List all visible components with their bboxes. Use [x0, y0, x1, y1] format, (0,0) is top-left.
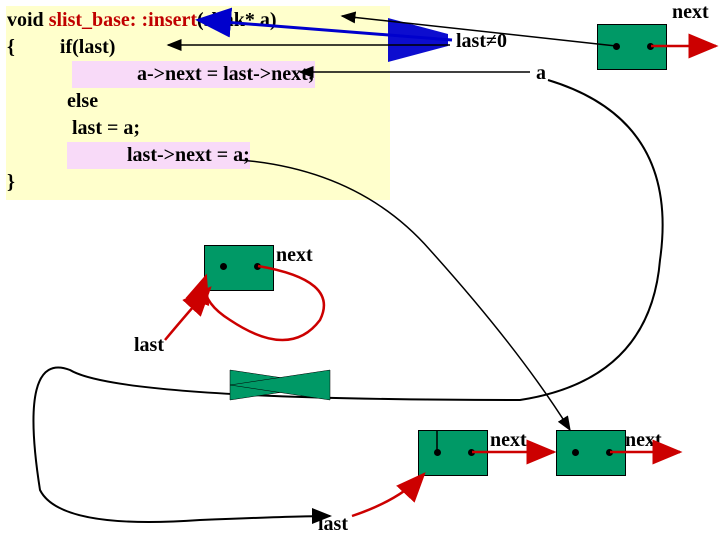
label-last-mid: last	[134, 334, 164, 357]
node-top-right	[597, 24, 667, 70]
dot-bl-1	[434, 449, 441, 456]
code-line-4: else	[7, 88, 389, 115]
sig-suffix: (slink* a)	[197, 9, 276, 31]
code-block: void slist_base: :insert(slink* a) { if(…	[6, 6, 390, 200]
code-line-1: void slist_base: :insert(slink* a)	[7, 7, 389, 34]
code-line-7: }	[7, 169, 389, 196]
dot-mid-1	[220, 263, 227, 270]
tri-right	[230, 370, 330, 400]
curve-line6-to-node	[240, 160, 570, 430]
tri-left	[230, 370, 330, 400]
dot-mid-2	[254, 263, 261, 270]
code-line-3: a->next = last->next;	[7, 61, 389, 88]
code-line-6: last->next = a;	[7, 142, 389, 169]
label-next-topright: next	[672, 1, 709, 24]
dot-br-1	[572, 449, 579, 456]
hl-line-3: a->next = last->next;	[72, 61, 315, 88]
class-name: slist_base: :	[49, 9, 148, 31]
label-last-bot: last	[318, 513, 348, 536]
arrow-lastbot-to-bl	[352, 474, 424, 516]
label-a: a	[536, 62, 546, 85]
node-bot-left	[418, 430, 488, 476]
dot-tr-2	[647, 43, 654, 50]
code-line-2: { if(last)	[7, 34, 389, 61]
code-line-5: last = a;	[7, 115, 389, 142]
kw-void: void	[7, 9, 49, 31]
dot-bl-2	[468, 449, 475, 456]
arrow-last-to-mid	[165, 288, 210, 340]
label-next-b2: next	[625, 429, 662, 452]
node-mid	[204, 245, 274, 291]
label-last-ne-0: last≠0	[456, 30, 507, 53]
arrow-wide-head	[388, 18, 448, 62]
dot-tr-1	[613, 43, 620, 50]
dot-br-2	[606, 449, 613, 456]
label-next-b1: next	[490, 429, 527, 452]
method-name: insert	[148, 9, 197, 31]
hl-line-6: last->next = a;	[67, 142, 250, 169]
node-bot-right	[556, 430, 626, 476]
label-next-mid: next	[276, 244, 313, 267]
